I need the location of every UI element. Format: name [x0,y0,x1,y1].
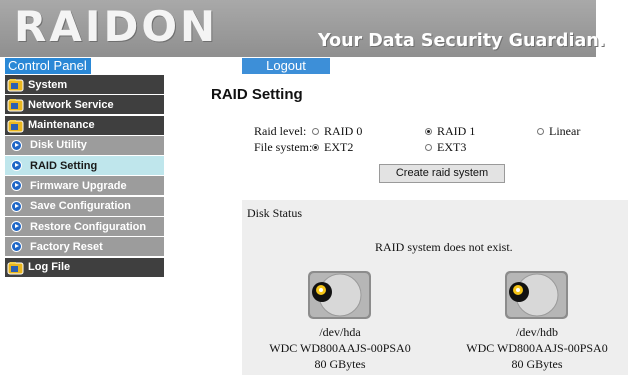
sidebar-item-label: Restore Configuration [30,220,147,233]
disk-model-hda: WDC WD800AAJS-00PSA0 [269,341,411,355]
arrow-icon [11,180,22,192]
sidebar-item-label: Factory Reset [30,240,103,253]
sidebar-menu: System Network Service Maintenance Disk … [5,75,164,278]
sidebar-item-maintenance[interactable]: Maintenance [5,115,164,135]
radio-raid1[interactable]: RAID 1 [425,124,475,139]
folder-icon [7,261,24,275]
sidebar-item-label: Firmware Upgrade [30,179,127,192]
raid-status-message: RAID system does not exist. [375,240,513,254]
radio-button-icon [537,128,544,135]
disk-device-hdb: /dev/hdb [516,325,558,339]
radio-linear[interactable]: Linear [537,124,580,139]
radio-raid0[interactable]: RAID 0 [312,124,362,139]
disk-device-hda: /dev/hda [319,325,361,339]
create-raid-button[interactable]: Create raid system [379,164,505,183]
radio-label: EXT2 [324,140,354,154]
sidebar-item-log-file[interactable]: Log File [5,257,164,277]
sidebar-item-label: Disk Utility [30,139,87,152]
header-banner: RAIDON Your Data Security Guardian. [0,0,605,57]
sidebar-item-label: Maintenance [28,119,95,132]
arrow-icon [11,241,22,253]
folder-icon [7,119,24,133]
sidebar-item-label: Log File [28,261,71,274]
radio-button-icon [312,144,319,151]
radio-button-icon [425,128,432,135]
logout-button[interactable]: Logout [242,58,330,74]
radio-button-icon [425,144,432,151]
sidebar-item-label: Save Configuration [30,200,131,213]
sidebar-item-label: Network Service [28,98,114,111]
sidebar-item-disk-utility[interactable]: Disk Utility [5,135,164,155]
folder-icon [7,99,24,112]
radio-label: RAID 0 [324,124,363,138]
sidebar-item-save-configuration[interactable]: Save Configuration [5,196,164,216]
radio-label: RAID 1 [437,124,476,138]
arrow-icon [11,139,22,151]
arrow-icon [11,200,22,212]
raid-level-label: Raid level: [254,124,307,138]
radio-label: Linear [549,124,581,138]
sidebar-item-network-service[interactable]: Network Service [5,95,164,115]
tagline: Your Data Security Guardian. [318,31,606,51]
radio-label: EXT3 [437,140,467,154]
sidebar-item-label: RAID Setting [30,159,98,172]
sidebar-item-restore-configuration[interactable]: Restore Configuration [5,217,164,237]
sidebar-item-factory-reset[interactable]: Factory Reset [5,237,164,257]
radio-button-icon [312,128,319,135]
hard-disk-icon [308,271,371,319]
control-panel-tab[interactable]: Control Panel [5,58,91,74]
disk-size-hdb: 80 GBytes [511,357,563,371]
sidebar-item-system[interactable]: System [5,75,164,94]
raidon-logo: RAIDON [14,2,219,51]
disk-status-title: Disk Status [247,206,303,220]
radio-ext2[interactable]: EXT2 [312,140,353,155]
arrow-icon [11,160,22,172]
disk-status-panel: Disk Status RAID system does not exist. … [242,200,628,375]
sidebar-item-firmware-upgrade[interactable]: Firmware Upgrade [5,176,164,196]
disk-model-hdb: WDC WD800AAJS-00PSA0 [466,341,608,355]
hard-disk-icon [505,271,568,319]
arrow-icon [11,221,22,233]
sidebar-item-label: System [28,78,68,91]
disk-size-hda: 80 GBytes [314,357,366,371]
file-system-label: File system: [254,140,313,154]
radio-ext3[interactable]: EXT3 [425,140,466,155]
sidebar-item-raid-setting[interactable]: RAID Setting [5,156,164,176]
page-title: RAID Setting [211,86,303,103]
folder-icon [7,79,24,92]
